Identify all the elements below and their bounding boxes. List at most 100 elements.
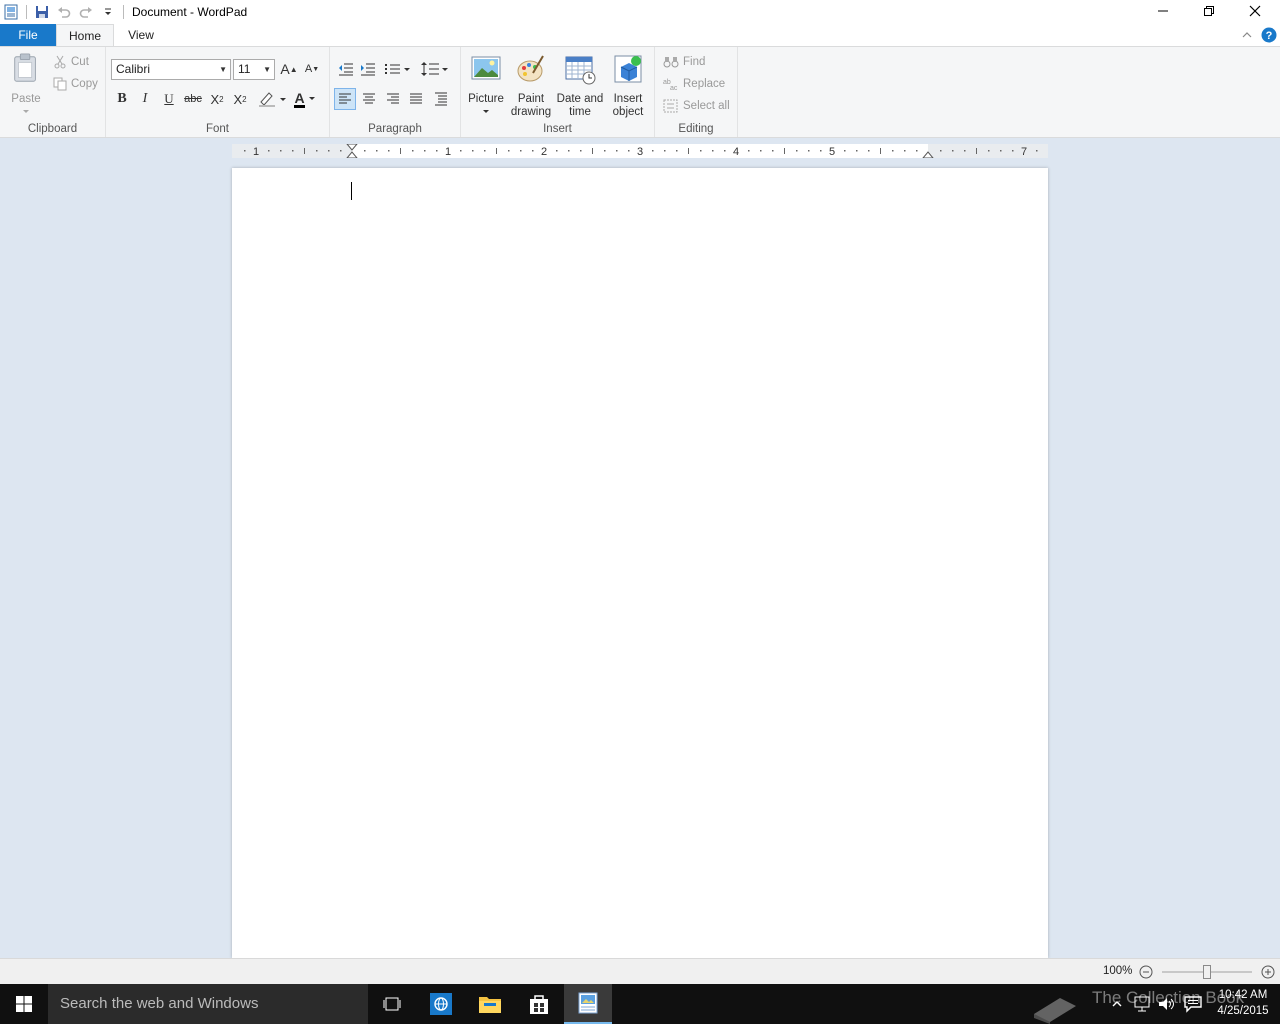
show-hidden-icons-button[interactable] [1110,996,1124,1012]
find-label: Find [683,56,706,68]
taskbar-wordpad-app[interactable] [564,984,612,1024]
ruler-tick [712,150,714,152]
ruler-tick [700,150,702,152]
copy-label: Copy [71,78,98,90]
ruler-tick [340,150,342,152]
ruler-tick [1036,150,1038,152]
justify-button[interactable] [405,88,427,110]
ruler-tick [724,150,726,152]
quick-access-toolbar [0,0,128,24]
ruler-tick [1012,150,1014,152]
superscript-button[interactable]: X2 [229,88,251,110]
zoom-in-button[interactable] [1260,964,1276,980]
align-right-button[interactable] [382,88,404,110]
ruler-tick [820,150,822,152]
ruler-tick [412,150,414,152]
close-icon [1249,5,1261,17]
line-spacing-button[interactable] [420,58,452,80]
paragraph-group-label: Paragraph [368,123,422,135]
replace-icon: abac [663,79,678,91]
align-center-button[interactable] [358,88,380,110]
underline-button[interactable]: U [158,88,180,110]
task-view-button[interactable] [368,984,416,1024]
ruler-tick [520,150,522,152]
tab-view[interactable]: View [114,24,168,46]
shrink-font-button[interactable]: A ▼ [301,58,323,80]
network-icon [1134,996,1150,1012]
decrease-indent-button[interactable] [335,58,357,80]
start-button[interactable] [0,984,48,1024]
volume-tray-button[interactable] [1157,995,1177,1013]
find-button[interactable]: Find [663,55,705,69]
insert-group: Picture Paint drawing Date and time Inse… [461,47,655,137]
folder-icon [479,997,501,1013]
minimize-ribbon-button[interactable] [1240,28,1254,42]
network-tray-button[interactable] [1132,995,1152,1013]
insert-object-button[interactable]: Insert object [607,53,649,119]
save-icon[interactable] [31,1,53,23]
select-all-button[interactable]: Select all [663,99,730,113]
align-left-icon [339,93,351,104]
undo-icon[interactable] [53,1,75,23]
paint-drawing-button[interactable]: Paint drawing [508,53,554,119]
strikethrough-button[interactable]: abc [182,88,204,110]
ruler-tick [748,150,750,152]
increase-indent-button[interactable] [357,58,379,80]
text-color-button[interactable]: A [289,88,321,110]
paragraph-icon [435,92,447,106]
cut-button[interactable]: Cut [53,55,89,69]
line-spacing-icon [421,62,448,76]
document-page[interactable] [232,168,1048,958]
minimize-button[interactable] [1140,0,1186,22]
align-center-icon [363,93,375,104]
grow-font-button[interactable]: A ▲ [278,58,300,80]
ruler-tick [784,148,785,154]
ruler-number: 5 [829,146,835,158]
grow-font-icon: A [280,61,290,77]
font-group-label: Font [205,123,229,135]
subscript-button[interactable]: X2 [206,88,228,110]
date-and-time-button[interactable]: Date and time [555,53,605,119]
tab-file[interactable]: File [0,24,56,46]
font-size-combobox[interactable]: 11 ▼ [233,59,275,80]
ruler-tick [760,150,762,152]
redo-icon[interactable] [75,1,97,23]
paste-button[interactable]: Paste [6,53,46,119]
taskbar-search-box[interactable]: Search the web and Windows [48,984,368,1024]
wordpad-app-icon[interactable] [0,1,22,23]
browser-globe-icon [430,993,452,1015]
action-center-button[interactable] [1183,995,1203,1013]
paragraph-settings-button[interactable] [430,88,452,110]
taskbar-browser-app[interactable] [417,984,465,1024]
zoom-slider-thumb[interactable] [1203,965,1211,979]
tab-home[interactable]: Home [56,24,114,47]
clipboard-group-label: Clipboard [27,123,78,135]
ruler-tick [916,150,918,152]
zoom-out-button[interactable] [1138,964,1154,980]
customize-quick-access-icon[interactable] [97,1,119,23]
horizontal-ruler[interactable]: 1 1 2 3 4 5 7 [232,144,1048,158]
ruler-tick [460,150,462,152]
zoom-slider[interactable] [1162,964,1252,980]
taskbar-store-app[interactable] [515,984,563,1024]
scissors-icon [54,55,66,69]
italic-button[interactable]: I [134,88,156,110]
taskbar-clock[interactable]: 10:42 AM 4/25/2015 [1210,987,1276,1019]
close-button[interactable] [1232,0,1278,22]
bullet-list-button[interactable] [383,58,415,80]
align-left-button[interactable] [334,88,356,110]
picture-button[interactable]: Picture [465,53,507,119]
taskbar-file-explorer-app[interactable] [466,984,514,1024]
text-color-icon: A [294,89,305,108]
highlight-color-button[interactable] [256,88,288,110]
replace-button[interactable]: ab ac Replace [663,77,725,91]
title-bar: Document - WordPad [0,0,1280,24]
font-family-combobox[interactable]: Calibri ▼ [111,59,231,80]
ruler-tick [328,150,330,152]
ruler-tick [880,148,881,154]
ruler-tick [424,150,426,152]
bold-button[interactable]: B [111,88,133,110]
restore-button[interactable] [1186,0,1232,22]
help-button[interactable]: ? [1261,27,1277,43]
copy-button[interactable]: Copy [53,77,98,91]
